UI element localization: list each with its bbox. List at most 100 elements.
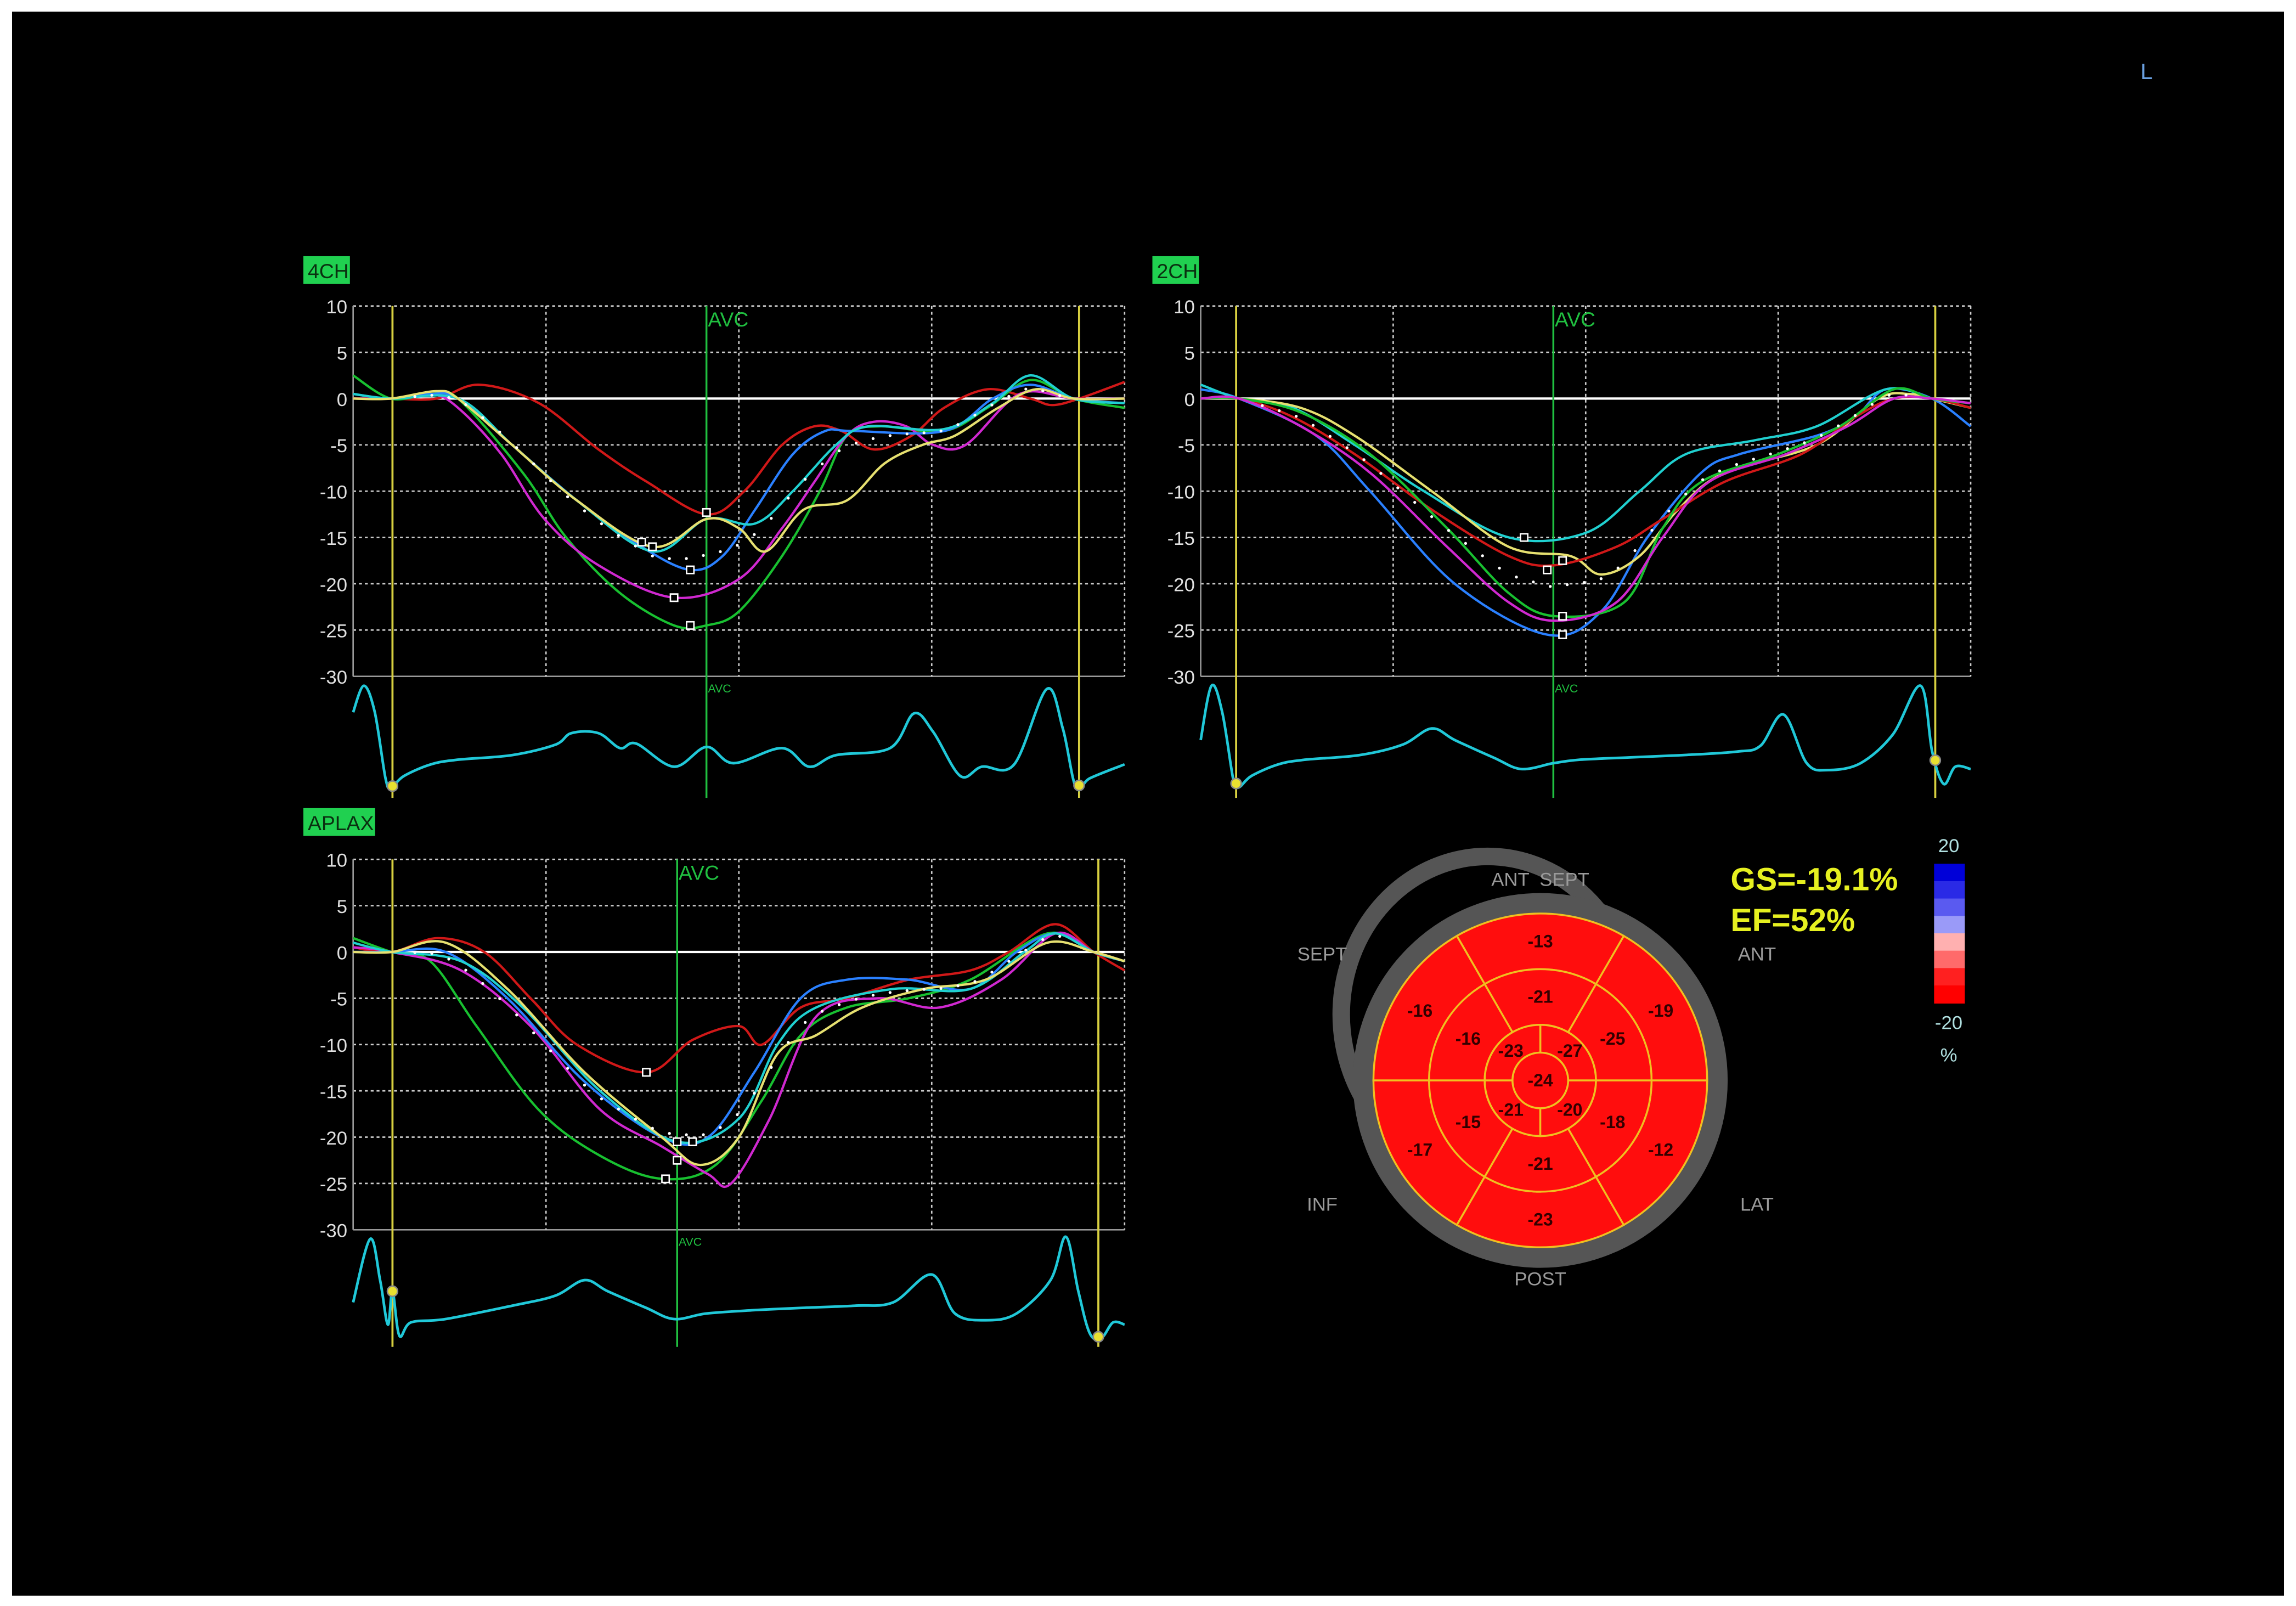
ecg-cycle-dot [1092, 1331, 1104, 1343]
mid-segment-top-value: -21 [1527, 987, 1553, 1007]
basal-segment-bottom-value: -23 [1527, 1209, 1553, 1229]
average-curve-dot [939, 987, 943, 990]
y-tick-label: -10 [320, 1035, 347, 1056]
average-curve-dot [719, 550, 722, 554]
average-curve-dot [1701, 478, 1705, 481]
apical-segment-upper-left-value: -23 [1498, 1041, 1524, 1061]
average-curve-dot [1904, 393, 1908, 397]
average-curve-dot [1616, 566, 1620, 570]
average-curve-dot [837, 449, 841, 453]
basal-segment-lower-left-value: -17 [1407, 1140, 1432, 1160]
view-label-badge: 4CH [303, 256, 350, 284]
average-curve-dot [1498, 566, 1501, 570]
y-tick-label: 0 [337, 943, 347, 963]
average-curve-dot [871, 994, 875, 997]
peak-strain-marker [1558, 612, 1567, 621]
average-curve-dot [736, 544, 739, 547]
peak-strain-marker [686, 621, 695, 630]
y-tick-label: -25 [320, 621, 347, 642]
y-tick-label: -5 [1178, 436, 1195, 457]
apical-segment-lower-left-value: -21 [1498, 1100, 1524, 1120]
average-curve-dot [1024, 387, 1028, 391]
avc-label-small: AVC [708, 682, 731, 695]
average-curve-dot [566, 1067, 569, 1070]
color-scale-unit: % [1940, 1045, 1957, 1066]
average-curve-dot [1464, 542, 1468, 545]
y-tick-label: -25 [1167, 621, 1195, 642]
color-scale-min: -20 [1935, 1013, 1962, 1034]
average-curve-dot [413, 395, 416, 398]
color-scale-step [1934, 898, 1965, 917]
average-curve-dot [1396, 486, 1400, 489]
color-scale-step [1934, 881, 1965, 899]
peak-strain-marker [686, 565, 695, 574]
avc-label: AVC [708, 308, 748, 331]
peak-strain-marker [637, 537, 646, 547]
average-curve-dot [973, 980, 977, 983]
average-curve-dot [905, 432, 909, 436]
average-curve-dot [1582, 581, 1586, 584]
average-curve-dot [1599, 577, 1603, 581]
y-tick-label: 10 [326, 850, 347, 871]
view-label-badge: 2CH [1152, 256, 1199, 284]
peak-strain-marker [673, 1156, 682, 1165]
average-curve-dot [1887, 393, 1891, 397]
average-curve-dot [736, 1113, 739, 1117]
peak-strain-marker [669, 593, 679, 602]
y-tick-label: -15 [320, 1081, 347, 1102]
average-curve-dot [1853, 414, 1857, 418]
apical-segment-lower-right-value: -20 [1557, 1100, 1582, 1120]
average-curve-dot [1041, 389, 1045, 393]
peak-strain-marker [673, 1137, 682, 1146]
color-scale-step [1934, 950, 1965, 969]
average-curve-dot [871, 437, 875, 441]
y-tick-label: -10 [1167, 482, 1195, 503]
average-curve-dot [854, 998, 858, 1001]
y-tick-label: -15 [320, 528, 347, 549]
ecg-cycle-dot [1073, 779, 1085, 792]
average-curve-dot [1684, 492, 1688, 496]
average-curve-dot [770, 1066, 773, 1069]
average-curve-dot [1718, 469, 1722, 472]
average-curve-dot [1328, 435, 1332, 438]
average-curve-dot [583, 1084, 586, 1087]
average-curve-dot [413, 951, 416, 954]
avc-label: AVC [1555, 308, 1595, 331]
average-curve-dot [617, 534, 620, 537]
average-curve-dot [1565, 583, 1569, 587]
y-tick-label: -30 [320, 1221, 347, 1242]
average-curve-dot [1786, 447, 1789, 450]
average-curve-dot [956, 984, 960, 988]
average-curve-dot [600, 1097, 603, 1101]
average-curve-dot [922, 988, 926, 991]
view-label: 2CH [1157, 260, 1198, 283]
wall-label-ant: ANT [1738, 944, 1776, 965]
average-curve-dot [922, 431, 926, 435]
wall-label-post: POST [1514, 1269, 1566, 1290]
average-curve-dot [1735, 463, 1739, 466]
strain-analysis-screen: L 4CH 10 5 0 -5 -10 -15 -20 -25 -30 AVC AVC 2CH 10 5 0 -… [0, 0, 2296, 1606]
basal-segment-upper-left-value: -16 [1407, 1001, 1432, 1021]
wall-label-lat: LAT [1740, 1194, 1774, 1215]
average-curve-dot [430, 393, 433, 397]
average-curve-dot [990, 403, 994, 407]
average-curve-dot [600, 522, 603, 526]
average-curve-dot [888, 991, 892, 994]
peak-strain-marker [1558, 630, 1567, 639]
ecg-cycle-dot [386, 1285, 399, 1298]
average-curve-dot [804, 1021, 807, 1024]
peak-strain-marker [702, 508, 711, 517]
y-tick-label: -10 [320, 482, 347, 503]
average-curve-dot [532, 1031, 535, 1035]
wall-label-sept: SEPT [1298, 944, 1347, 965]
mid-segment-upper-right-value: -25 [1600, 1029, 1625, 1049]
y-tick-label: -20 [1167, 574, 1195, 595]
average-curve-dot [583, 509, 586, 512]
mid-segment-upper-left-value: -16 [1456, 1029, 1481, 1049]
y-tick-label: -5 [330, 436, 347, 457]
color-scale-step [1934, 968, 1965, 987]
peak-strain-marker [661, 1174, 670, 1184]
average-curve-dot [939, 429, 943, 433]
avc-label: AVC [679, 861, 719, 884]
average-curve-dot [1667, 509, 1671, 513]
